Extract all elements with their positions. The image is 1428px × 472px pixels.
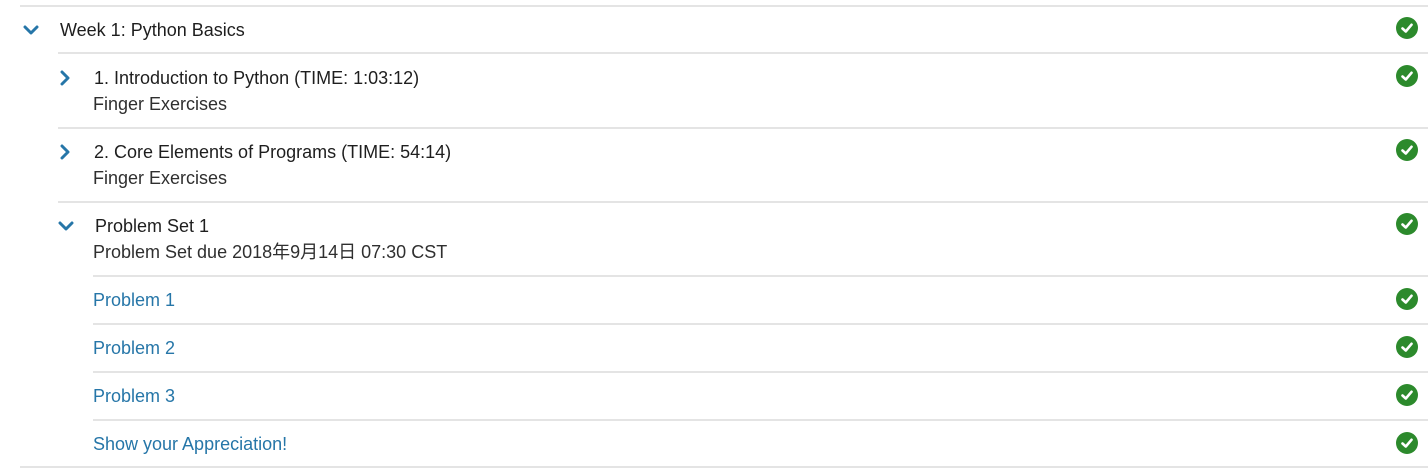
problem-set-header[interactable]: Problem Set 1 Problem Set due 2018年9月14日… <box>0 202 1428 275</box>
lesson-title: 2. Core Elements of Programs (TIME: 54:1… <box>94 142 452 162</box>
problem-item[interactable]: Problem 3 <box>0 372 1428 419</box>
check-circle-icon <box>1396 384 1418 406</box>
problem-link[interactable]: Problem 3 <box>93 385 175 407</box>
appreciation-link[interactable]: Show your Appreciation! <box>93 433 287 455</box>
lesson-item[interactable]: 1. Introduction to Python (TIME: 1:03:12… <box>0 53 1428 127</box>
problem-item[interactable]: Show your Appreciation! <box>0 420 1428 466</box>
chevron-down-icon[interactable] <box>56 216 76 236</box>
check-circle-icon <box>1396 432 1418 454</box>
problem-item[interactable]: Problem 1 <box>0 276 1428 323</box>
check-circle-icon <box>1396 213 1418 235</box>
problem-link[interactable]: Problem 1 <box>93 289 175 311</box>
check-circle-icon <box>1396 17 1418 39</box>
check-circle-icon <box>1396 336 1418 358</box>
chevron-right-icon[interactable] <box>55 68 75 88</box>
lesson-subtitle: Finger Exercises <box>93 94 228 114</box>
lesson-title: 1. Introduction to Python (TIME: 1:03:12… <box>94 68 420 88</box>
chevron-down-icon[interactable] <box>21 20 41 40</box>
problem-link[interactable]: Problem 2 <box>93 337 175 359</box>
chevron-right-icon[interactable] <box>55 142 75 162</box>
check-circle-icon <box>1396 288 1418 310</box>
check-circle-icon <box>1396 65 1418 87</box>
divider <box>20 466 1428 468</box>
lesson-subtitle: Finger Exercises <box>93 168 228 188</box>
problem-set-due-date: Problem Set due 2018年9月14日 07:30 CST <box>93 242 448 262</box>
check-circle-icon <box>1396 139 1418 161</box>
problem-set-title: Problem Set 1 <box>95 216 210 236</box>
week-title: Week 1: Python Basics <box>60 20 245 40</box>
problem-item[interactable]: Problem 2 <box>0 324 1428 371</box>
lesson-item[interactable]: 2. Core Elements of Programs (TIME: 54:1… <box>0 128 1428 201</box>
week-section-header[interactable]: Week 1: Python Basics <box>0 6 1428 52</box>
